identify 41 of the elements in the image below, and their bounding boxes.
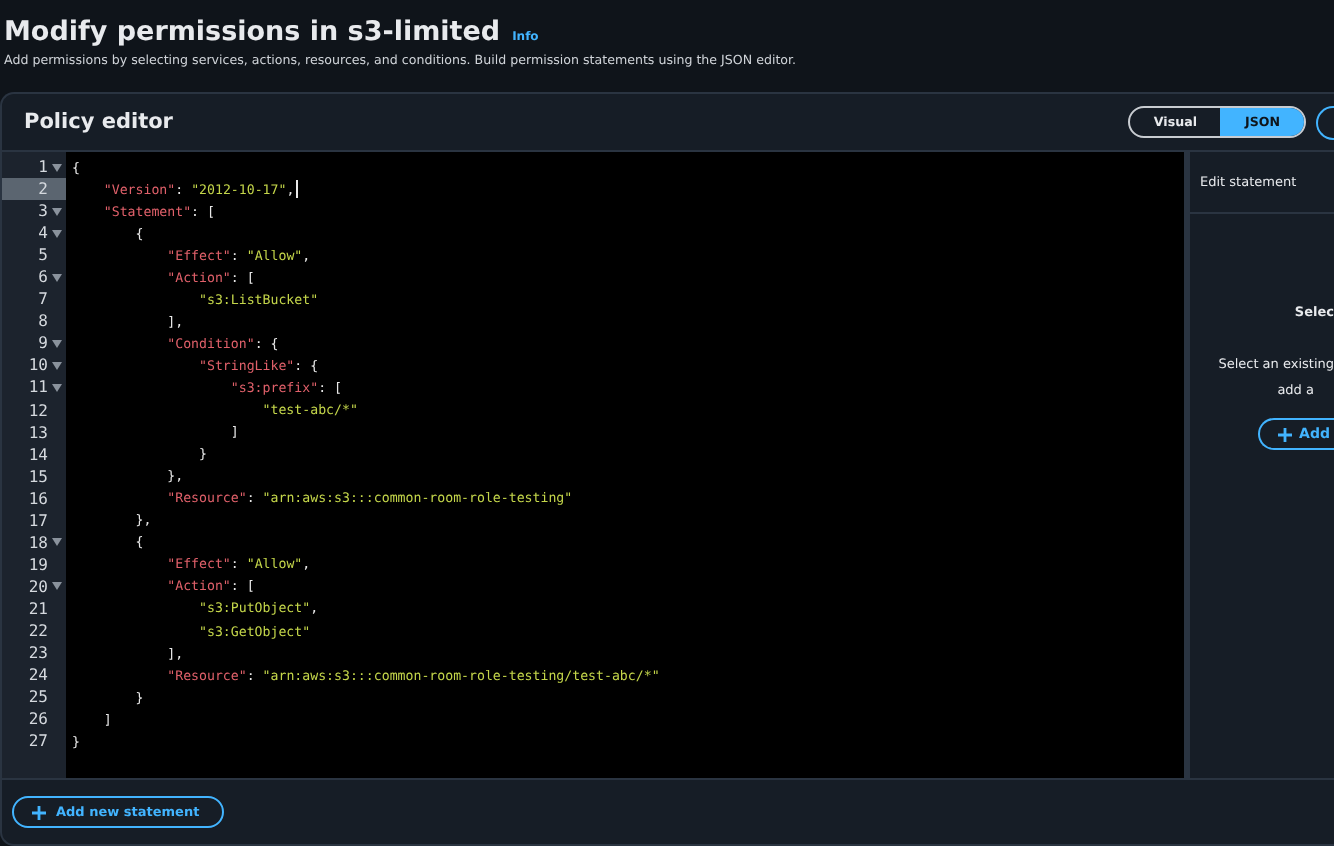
line-number: 25 [28,688,48,707]
fold-icon[interactable] [52,339,62,348]
fold-icon[interactable] [52,163,62,172]
line-number: 14 [28,445,48,464]
plus-icon [32,805,46,819]
line-number: 17 [28,511,48,530]
line-number: 2 [38,180,48,199]
line-number: 22 [28,622,48,640]
line-number: 8 [38,312,48,331]
line-number: 23 [28,644,48,663]
line-number: 3 [38,202,48,221]
line-number: 26 [28,710,48,729]
line-number: 7 [38,290,48,309]
line-number: 13 [28,423,48,442]
line-number: 21 [28,599,48,618]
line-number: 24 [28,666,48,685]
line-number: 19 [28,555,48,574]
page-title: Modify permissions in s3-limited [4,16,501,48]
panel-title: Policy editor [24,110,175,134]
line-number: 16 [28,489,48,508]
line-number: 12 [28,401,48,420]
line-number: 11 [28,378,48,397]
line-number: 27 [28,732,48,751]
line-number: 1 [38,158,48,177]
round-button[interactable] [1316,105,1334,139]
fold-icon[interactable] [52,207,62,216]
fold-icon[interactable] [52,383,62,392]
fold-icon[interactable] [52,273,62,282]
fold-icon[interactable] [52,229,62,238]
line-number: 4 [38,224,48,243]
fold-icon[interactable] [52,582,62,591]
line-number: 18 [28,533,48,552]
line-number: 5 [38,246,48,265]
line-number: 9 [38,334,48,353]
line-number: 15 [28,467,48,486]
fold-icon[interactable] [52,538,62,547]
line-number: 6 [38,268,48,287]
line-number: 20 [28,577,48,596]
plus-icon [1277,427,1292,441]
fold-icon[interactable] [52,361,62,370]
line-number: 10 [28,356,48,375]
